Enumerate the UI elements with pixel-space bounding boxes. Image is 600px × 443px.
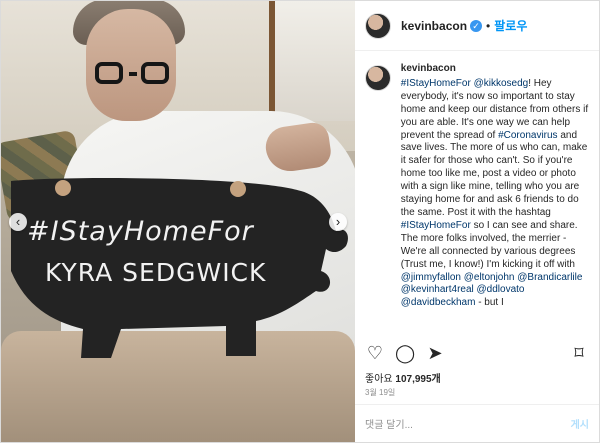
avatar[interactable] [365,12,391,39]
caption-tag-link[interactable]: #IStayHomeFor [401,220,471,231]
caption-tag-link[interactable]: @eltonjohn [464,272,515,283]
likes-number: 107,995개 [395,374,441,385]
caption-section: kevinbacon #IStayHomeFor @kikkosedg! Hey… [365,63,589,337]
caption-avatar[interactable] [365,65,391,91]
caption-tag-link[interactable]: #IStayHomeFor [401,78,471,89]
comment-bar: 댓글 달기... 게시 [355,404,599,442]
comment-input[interactable]: 댓글 달기... [365,416,571,431]
post-date: 3월 19일 [365,388,396,397]
post-header: kevinbacon ✓ • 팔로우 [355,1,599,51]
share-icon[interactable]: ➤ [425,343,445,363]
action-bar: ♡ ◯ ➤ ⌑ [365,343,589,367]
caption-tag-link[interactable]: @kevinhart4real [401,284,474,295]
caption-tag-link[interactable]: #Coronavirus [498,130,557,141]
verified-badge-icon: ✓ [470,19,483,32]
caption-text: kevinbacon #IStayHomeFor @kikkosedg! Hey… [401,63,589,310]
caption-tag-link[interactable]: @davidbeckham [401,297,476,308]
post-comment-button[interactable]: 게시 [571,416,589,431]
post-media[interactable]: #IStayHomeFor KYRA SEDGWICK ‹ › [1,1,355,442]
caption-tag-link[interactable]: @Brandicarlile [517,272,582,283]
sign-text-name: KYRA SEDGWICK [45,258,267,287]
comment-icon[interactable]: ◯ [395,343,415,363]
bookmark-icon[interactable]: ⌑ [569,343,589,363]
likes-count[interactable]: 좋아요 107,995개 [365,370,441,385]
caption-tag-link[interactable]: @kikkosedg [474,78,529,89]
caption-fragment: and save lives. The more of us who can, … [400,129,588,218]
likes-prefix: 좋아요 [365,374,393,385]
caption-tag-link[interactable]: @jimmyfallon [401,272,461,283]
sign-text-hashtag: #IStayHomeFor [27,216,254,247]
glasses-bridge [129,72,137,76]
chevron-left-icon: ‹ [15,214,21,229]
instagram-post: #IStayHomeFor KYRA SEDGWICK ‹ › kevinbac… [0,0,600,443]
post-sidebar: kevinbacon ✓ • 팔로우 kevinbacon #IStayHome… [355,1,599,442]
separator-dot: • [486,18,491,33]
caption-fragment: - but I [475,297,504,309]
caption-username[interactable]: kevinbacon [401,63,585,76]
previous-photo-button[interactable]: ‹ [9,213,27,231]
heart-icon[interactable]: ♡ [365,343,385,363]
chevron-right-icon: › [335,214,341,229]
caption-row: kevinbacon #IStayHomeFor @kikkosedg! Hey… [365,63,589,310]
follow-button[interactable]: 팔로우 [494,17,527,34]
header-username[interactable]: kevinbacon [401,19,467,33]
caption-tag-link[interactable]: @ddlovato [477,284,525,295]
caption-body: #IStayHomeFor @kikkosedg! Hey everybody,… [401,78,588,308]
next-photo-button[interactable]: › [329,213,347,231]
background-window [269,1,355,121]
